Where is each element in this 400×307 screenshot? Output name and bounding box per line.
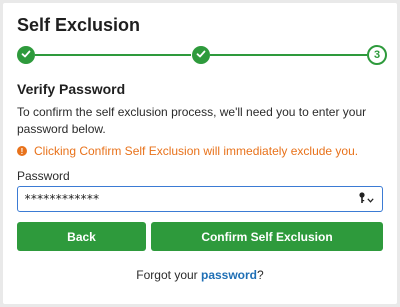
key-icon — [359, 190, 365, 208]
password-link[interactable]: password — [201, 268, 257, 282]
forgot-prefix: Forgot your — [136, 268, 201, 282]
step-connector — [210, 54, 367, 56]
chevron-down-icon — [367, 190, 374, 208]
password-field — [17, 186, 383, 212]
alert-icon: ! — [17, 146, 27, 156]
forgot-suffix: ? — [257, 268, 264, 282]
step-connector — [35, 54, 191, 56]
back-button[interactable]: Back — [17, 222, 146, 251]
check-icon — [196, 46, 206, 64]
password-label: Password — [17, 169, 70, 183]
section-heading: Verify Password — [17, 81, 126, 97]
step-1-complete — [17, 46, 35, 64]
warning-text: Clicking Confirm Self Exclusion will imm… — [34, 144, 359, 158]
check-icon — [21, 46, 31, 64]
confirm-self-exclusion-button[interactable]: Confirm Self Exclusion — [151, 222, 383, 251]
dialog-title: Self Exclusion — [17, 15, 141, 35]
step-3-current: 3 — [367, 45, 387, 65]
forgot-password: Forgot your password? — [3, 268, 397, 282]
section-description: To confirm the self exclusion process, w… — [17, 105, 367, 136]
progress-stepper: 3 — [17, 45, 387, 65]
self-exclusion-dialog: Self Exclusion 3 Verify Password To conf… — [3, 3, 397, 304]
warning-message: ! Clicking Confirm Self Exclusion will i… — [17, 144, 358, 158]
step-2-complete — [192, 46, 210, 64]
password-input[interactable] — [24, 190, 344, 208]
password-manager-toggle[interactable] — [359, 192, 374, 206]
